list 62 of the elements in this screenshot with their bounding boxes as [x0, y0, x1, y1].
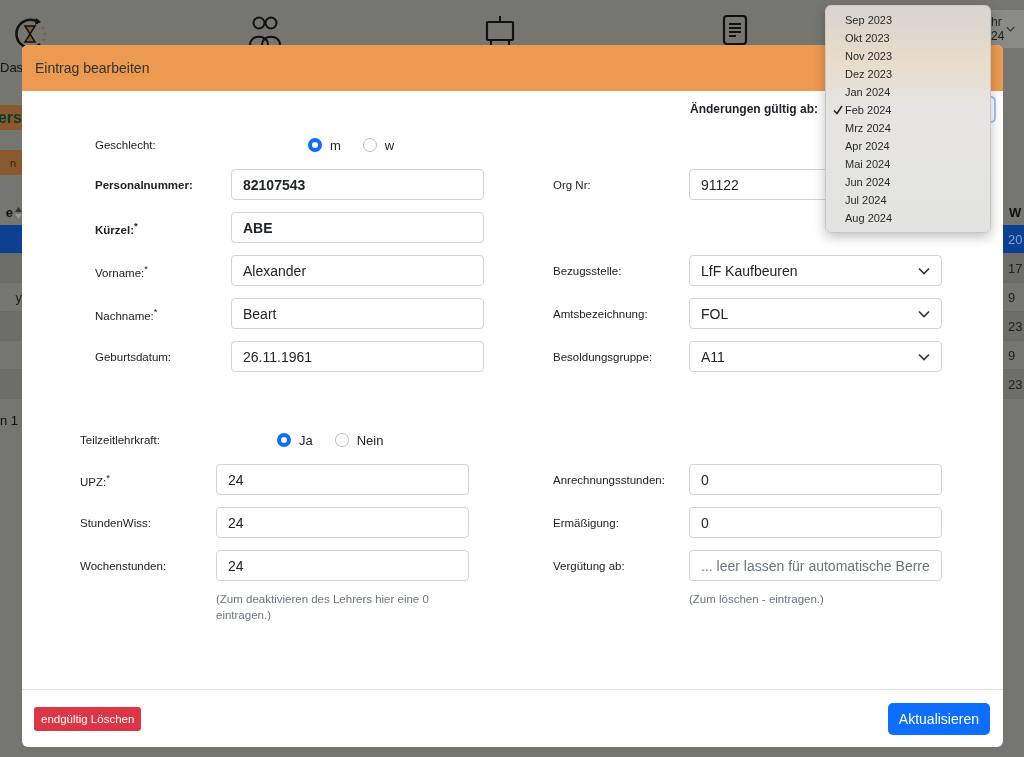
- field-label: UPZ:$^{*}$: [80, 471, 110, 488]
- field-label: Änderungen gültig ab:: [690, 102, 818, 116]
- chevron-icon: [1006, 25, 1016, 33]
- help-text: (Zum löschen - eintragen.): [689, 592, 825, 607]
- help-text: (Zum deaktivieren des Lehrers hier eine 0 eintragen.): [216, 592, 430, 623]
- input-field[interactable]: Alexander: [231, 255, 484, 286]
- field-label: StundenWiss:: [80, 516, 151, 529]
- input-field[interactable]: ... leer lassen für automatische Berre: [689, 550, 942, 581]
- dialog-title: Eintrag bearbeiten: [35, 60, 150, 76]
- radio-option[interactable]: Nein: [334, 432, 384, 448]
- menu-item[interactable]: Jan 2024: [826, 83, 990, 101]
- menu-item[interactable]: Apr 2024: [826, 137, 990, 155]
- chevron-icon: [918, 352, 930, 361]
- easel-icon[interactable]: [484, 14, 516, 46]
- input-field[interactable]: 82107543: [231, 169, 484, 200]
- input-field[interactable]: 0: [689, 507, 942, 538]
- menu-item[interactable]: Feb 2024: [826, 101, 990, 119]
- document-icon[interactable]: [722, 14, 748, 46]
- field-label: Geschlecht:: [95, 139, 156, 151]
- radio-option[interactable]: m: [308, 137, 341, 153]
- field-label: Wochenstunden:: [80, 559, 167, 572]
- menu-item[interactable]: Nov 2023: [826, 47, 990, 65]
- column-header[interactable]: e: [5, 205, 13, 220]
- chevron-icon: [918, 266, 930, 275]
- input-field[interactable]: 0: [689, 464, 942, 495]
- field-label: Bezugsstelle:: [552, 264, 622, 277]
- table-info: n 1: [0, 413, 20, 428]
- field-label: Kürzel:$^{*}$: [95, 219, 138, 236]
- field-label: Org Nr:: [552, 178, 591, 191]
- column-header[interactable]: W: [1003, 200, 1024, 225]
- field-label: Personalnummer:: [95, 178, 193, 191]
- input-field[interactable]: ABE: [231, 212, 484, 243]
- sort-icon[interactable]: [15, 206, 22, 219]
- update-button[interactable]: Aktualisieren: [887, 702, 990, 735]
- people-icon[interactable]: [248, 14, 282, 46]
- input-field[interactable]: 26.11.1961: [231, 341, 484, 372]
- chevron-icon: [918, 309, 930, 318]
- field-label: Ermäßigung:: [552, 516, 619, 529]
- menu-item[interactable]: Dez 2023: [826, 65, 990, 83]
- input-field[interactable]: 24: [216, 507, 469, 538]
- select-field[interactable]: A11: [689, 341, 942, 372]
- menu-item[interactable]: Mrz 2024: [826, 119, 990, 137]
- delete-button[interactable]: endgültig Löschen: [34, 706, 142, 731]
- check-icon: [833, 105, 843, 115]
- nav-label[interactable]: Das: [0, 60, 24, 75]
- field-label: Amtsbezeichnung:: [552, 307, 648, 320]
- field-label: Vergütung ab:: [552, 559, 625, 572]
- input-field[interactable]: 24: [216, 464, 469, 495]
- radio-option[interactable]: Ja: [277, 432, 313, 448]
- radio-option[interactable]: w: [362, 137, 395, 153]
- field-label: Besoldungsgruppe:: [552, 350, 653, 363]
- field-label: Teilzeitlehrkraft:: [80, 434, 160, 446]
- table-row[interactable]: 20: [1003, 225, 1024, 254]
- menu-item[interactable]: Aug 2024: [826, 209, 990, 227]
- input-field[interactable]: Beart: [231, 298, 484, 329]
- field-label: Nachname:$^{*}$: [95, 305, 158, 322]
- field-label: Vorname:$^{*}$: [95, 262, 148, 279]
- input-field[interactable]: 24: [216, 550, 469, 581]
- field-label: Geburtsdatum:: [95, 350, 172, 363]
- select-field[interactable]: LfF Kaufbeuren: [689, 255, 942, 286]
- field-label: Anrechnungsstunden:: [552, 473, 665, 486]
- select-field[interactable]: FOL: [689, 298, 942, 329]
